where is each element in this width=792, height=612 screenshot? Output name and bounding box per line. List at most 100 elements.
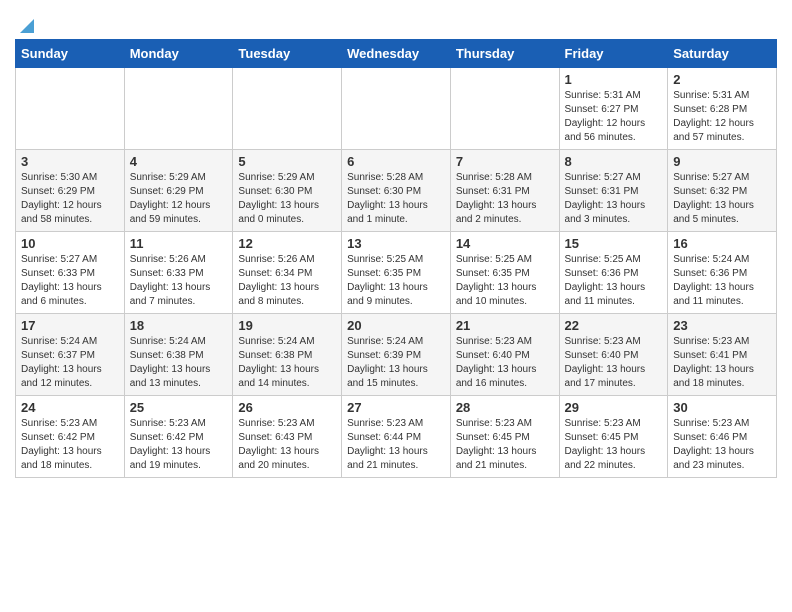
- day-cell: 22 Sunrise: 5:23 AM Sunset: 6:40 PM Dayli…: [559, 314, 668, 396]
- header-sunday: Sunday: [16, 40, 125, 68]
- day-cell: [450, 68, 559, 150]
- logo-arrow-icon: [16, 15, 34, 33]
- day-cell: 14Sunrise: 5:25 AM Sunset: 6:35 PM Dayli…: [450, 232, 559, 314]
- week-row-5: 24 Sunrise: 5:23 AM Sunset: 6:42 PM Dayli…: [16, 396, 777, 478]
- day-info: Sunrise: 5:31 AM Sunset: 6:27 PM Dayligh…: [565, 89, 663, 145]
- day-info: Sunrise: 5:28 AM Sunset: 6:30 PM Dayligh…: [347, 171, 445, 227]
- day-number: 12: [238, 236, 336, 251]
- day-cell: 27 Sunrise: 5:23 AM Sunset: 6:44 PM Dayli…: [342, 396, 451, 478]
- day-info: Sunrise: 5:25 AM Sunset: 6:35 PM Dayligh…: [347, 253, 445, 309]
- day-cell: 23Sunrise: 5:23 AM Sunset: 6:41 PM Dayli…: [668, 314, 777, 396]
- day-cell: 29Sunrise: 5:23 AM Sunset: 6:45 PM Dayli…: [559, 396, 668, 478]
- day-number: 24: [21, 400, 119, 415]
- day-info: Sunrise: 5:23 AM Sunset: 6:44 PM Dayligh…: [347, 417, 445, 473]
- header-thursday: Thursday: [450, 40, 559, 68]
- day-cell: 24 Sunrise: 5:23 AM Sunset: 6:42 PM Dayli…: [16, 396, 125, 478]
- day-number: 4: [130, 154, 228, 169]
- header-saturday: Saturday: [668, 40, 777, 68]
- day-cell: 28 Sunrise: 5:23 AM Sunset: 6:45 PM Dayli…: [450, 396, 559, 478]
- day-info: Sunrise: 5:26 AM Sunset: 6:33 PM Dayligh…: [130, 253, 228, 309]
- day-cell: [124, 68, 233, 150]
- day-cell: 25 Sunrise: 5:23 AM Sunset: 6:42 PM Dayli…: [124, 396, 233, 478]
- day-cell: 21 Sunrise: 5:23 AM Sunset: 6:40 PM Dayli…: [450, 314, 559, 396]
- day-number: 5: [238, 154, 336, 169]
- day-number: 3: [21, 154, 119, 169]
- header-tuesday: Tuesday: [233, 40, 342, 68]
- day-cell: 19 Sunrise: 5:24 AM Sunset: 6:38 PM Dayli…: [233, 314, 342, 396]
- day-number: 9: [673, 154, 771, 169]
- day-cell: 9 Sunrise: 5:27 AM Sunset: 6:32 PM Daylig…: [668, 150, 777, 232]
- day-cell: 10Sunrise: 5:27 AM Sunset: 6:33 PM Dayli…: [16, 232, 125, 314]
- day-info: Sunrise: 5:26 AM Sunset: 6:34 PM Dayligh…: [238, 253, 336, 309]
- day-cell: 8 Sunrise: 5:27 AM Sunset: 6:31 PM Daylig…: [559, 150, 668, 232]
- calendar-header-row: SundayMondayTuesdayWednesdayThursdayFrid…: [16, 40, 777, 68]
- day-number: 6: [347, 154, 445, 169]
- day-number: 7: [456, 154, 554, 169]
- day-cell: 2 Sunrise: 5:31 AM Sunset: 6:28 PM Daylig…: [668, 68, 777, 150]
- day-info: Sunrise: 5:23 AM Sunset: 6:42 PM Dayligh…: [130, 417, 228, 473]
- day-number: 18: [130, 318, 228, 333]
- week-row-4: 17Sunrise: 5:24 AM Sunset: 6:37 PM Dayli…: [16, 314, 777, 396]
- day-info: Sunrise: 5:24 AM Sunset: 6:39 PM Dayligh…: [347, 335, 445, 391]
- day-info: Sunrise: 5:23 AM Sunset: 6:45 PM Dayligh…: [456, 417, 554, 473]
- day-info: Sunrise: 5:23 AM Sunset: 6:40 PM Dayligh…: [456, 335, 554, 391]
- day-cell: 4 Sunrise: 5:29 AM Sunset: 6:29 PM Daylig…: [124, 150, 233, 232]
- day-number: 8: [565, 154, 663, 169]
- day-number: 20: [347, 318, 445, 333]
- day-cell: 1Sunrise: 5:31 AM Sunset: 6:27 PM Daylig…: [559, 68, 668, 150]
- day-info: Sunrise: 5:24 AM Sunset: 6:38 PM Dayligh…: [238, 335, 336, 391]
- day-info: Sunrise: 5:23 AM Sunset: 6:41 PM Dayligh…: [673, 335, 771, 391]
- day-number: 21: [456, 318, 554, 333]
- day-number: 26: [238, 400, 336, 415]
- day-cell: 12 Sunrise: 5:26 AM Sunset: 6:34 PM Dayli…: [233, 232, 342, 314]
- day-number: 16: [673, 236, 771, 251]
- day-info: Sunrise: 5:24 AM Sunset: 6:37 PM Dayligh…: [21, 335, 119, 391]
- day-info: Sunrise: 5:29 AM Sunset: 6:30 PM Dayligh…: [238, 171, 336, 227]
- day-number: 13: [347, 236, 445, 251]
- header: [15, 15, 777, 29]
- day-info: Sunrise: 5:23 AM Sunset: 6:43 PM Dayligh…: [238, 417, 336, 473]
- day-info: Sunrise: 5:28 AM Sunset: 6:31 PM Dayligh…: [456, 171, 554, 227]
- day-info: Sunrise: 5:30 AM Sunset: 6:29 PM Dayligh…: [21, 171, 119, 227]
- day-cell: 17Sunrise: 5:24 AM Sunset: 6:37 PM Dayli…: [16, 314, 125, 396]
- day-cell: 7 Sunrise: 5:28 AM Sunset: 6:31 PM Daylig…: [450, 150, 559, 232]
- day-number: 27: [347, 400, 445, 415]
- day-info: Sunrise: 5:24 AM Sunset: 6:38 PM Dayligh…: [130, 335, 228, 391]
- logo: [15, 15, 34, 29]
- day-info: Sunrise: 5:23 AM Sunset: 6:40 PM Dayligh…: [565, 335, 663, 391]
- header-monday: Monday: [124, 40, 233, 68]
- day-cell: [16, 68, 125, 150]
- header-wednesday: Wednesday: [342, 40, 451, 68]
- day-cell: 15 Sunrise: 5:25 AM Sunset: 6:36 PM Dayli…: [559, 232, 668, 314]
- day-number: 15: [565, 236, 663, 251]
- day-cell: 13 Sunrise: 5:25 AM Sunset: 6:35 PM Dayli…: [342, 232, 451, 314]
- day-cell: 16Sunrise: 5:24 AM Sunset: 6:36 PM Dayli…: [668, 232, 777, 314]
- day-number: 10: [21, 236, 119, 251]
- day-info: Sunrise: 5:23 AM Sunset: 6:45 PM Dayligh…: [565, 417, 663, 473]
- day-info: Sunrise: 5:27 AM Sunset: 6:31 PM Dayligh…: [565, 171, 663, 227]
- day-cell: 18 Sunrise: 5:24 AM Sunset: 6:38 PM Dayli…: [124, 314, 233, 396]
- day-info: Sunrise: 5:31 AM Sunset: 6:28 PM Dayligh…: [673, 89, 771, 145]
- calendar-table: SundayMondayTuesdayWednesdayThursdayFrid…: [15, 39, 777, 478]
- day-cell: [342, 68, 451, 150]
- day-number: 22: [565, 318, 663, 333]
- day-number: 11: [130, 236, 228, 251]
- day-info: Sunrise: 5:29 AM Sunset: 6:29 PM Dayligh…: [130, 171, 228, 227]
- day-cell: 3 Sunrise: 5:30 AM Sunset: 6:29 PM Daylig…: [16, 150, 125, 232]
- day-number: 2: [673, 72, 771, 87]
- day-number: 28: [456, 400, 554, 415]
- day-number: 25: [130, 400, 228, 415]
- day-number: 19: [238, 318, 336, 333]
- day-cell: 30 Sunrise: 5:23 AM Sunset: 6:46 PM Dayli…: [668, 396, 777, 478]
- day-number: 30: [673, 400, 771, 415]
- day-info: Sunrise: 5:23 AM Sunset: 6:46 PM Dayligh…: [673, 417, 771, 473]
- week-row-3: 10Sunrise: 5:27 AM Sunset: 6:33 PM Dayli…: [16, 232, 777, 314]
- day-cell: 5 Sunrise: 5:29 AM Sunset: 6:30 PM Daylig…: [233, 150, 342, 232]
- header-friday: Friday: [559, 40, 668, 68]
- day-info: Sunrise: 5:27 AM Sunset: 6:32 PM Dayligh…: [673, 171, 771, 227]
- day-cell: 6 Sunrise: 5:28 AM Sunset: 6:30 PM Daylig…: [342, 150, 451, 232]
- day-info: Sunrise: 5:23 AM Sunset: 6:42 PM Dayligh…: [21, 417, 119, 473]
- week-row-1: 1Sunrise: 5:31 AM Sunset: 6:27 PM Daylig…: [16, 68, 777, 150]
- day-cell: 26 Sunrise: 5:23 AM Sunset: 6:43 PM Dayli…: [233, 396, 342, 478]
- day-info: Sunrise: 5:25 AM Sunset: 6:36 PM Dayligh…: [565, 253, 663, 309]
